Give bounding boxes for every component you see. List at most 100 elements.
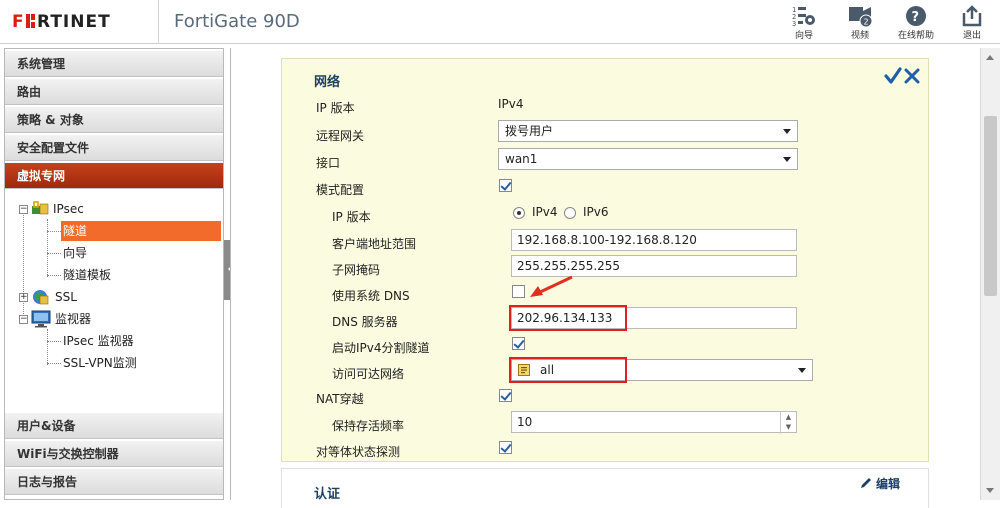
tree-sslvpn-monitor[interactable]: SSL-VPN监测	[63, 353, 137, 373]
network-section-title: 网络	[314, 75, 341, 90]
tree-ipsec[interactable]: IPsec	[53, 199, 84, 219]
svg-text:3: 3	[792, 20, 796, 27]
logout-button[interactable]: 退出	[947, 3, 997, 41]
tree-line	[47, 231, 61, 232]
menu-system-admin[interactable]: 系统管理	[5, 51, 223, 77]
use-system-dns-label: 使用系统 DNS	[332, 289, 410, 303]
wizard-label: 向导	[794, 31, 813, 41]
accessible-network-label: 访问可达网络	[332, 367, 405, 381]
client-range-label: 客户端地址范围	[332, 237, 417, 251]
ip-version-value: IPv4	[498, 97, 524, 111]
logout-label: 退出	[962, 31, 981, 41]
tree-line	[47, 329, 48, 365]
tree-line	[47, 219, 48, 277]
tree-ipsec-wizard[interactable]: 向导	[63, 243, 87, 263]
tree-ipsec-monitor[interactable]: IPsec 监视器	[63, 331, 134, 351]
tree-monitor[interactable]: 监视器	[55, 309, 91, 329]
tree-ssl[interactable]: SSL	[55, 287, 77, 307]
wizard-icon: 1 2 3	[792, 6, 815, 27]
ipv6-option-label: IPv6	[583, 205, 609, 219]
interface-value: wan1	[505, 152, 538, 166]
tree-ipsec-tunnel[interactable]: 隧道	[61, 221, 221, 241]
auth-panel: 认证 编辑	[281, 468, 929, 508]
tree-line	[47, 363, 61, 364]
dns-server-label: DNS 服务器	[332, 315, 398, 329]
remote-gateway-value: 拨号用户	[505, 124, 554, 138]
close-x-icon[interactable]	[904, 68, 920, 84]
auth-section-title: 认证	[314, 487, 341, 502]
scroll-down-icon[interactable]	[986, 488, 994, 497]
tree-line	[23, 205, 24, 322]
menu-routing[interactable]: 路由	[5, 79, 223, 105]
remote-gateway-label: 远程网关	[316, 129, 365, 143]
chevron-down-icon	[783, 157, 791, 166]
keepalive-value: 10	[517, 415, 533, 429]
network-panel: 网络 IP 版本 IPv4 远程网关 拨号用户 接口 wan1 模式配置 IP …	[281, 58, 929, 462]
svg-text:F: F	[12, 12, 25, 31]
use-system-dns-checkbox[interactable]	[512, 285, 525, 298]
menu-wifi-switch[interactable]: WiFi与交换控制器	[5, 441, 223, 467]
auth-edit-button[interactable]: 编辑	[860, 475, 900, 492]
tree-ipsec-template[interactable]: 隧道模板	[63, 265, 111, 285]
client-range-input[interactable]: 192.168.8.100-192.168.8.120	[511, 229, 797, 251]
monitor-collapse-toggle[interactable]: −	[19, 315, 28, 324]
monitor-icon	[31, 310, 51, 328]
device-title: FortiGate 90D	[174, 11, 300, 32]
keepalive-spinner[interactable]: ▲ ▼	[780, 412, 796, 434]
ipsec-collapse-toggle[interactable]: −	[19, 205, 28, 214]
ssl-expand-toggle[interactable]: +	[19, 293, 28, 302]
top-header: F RTINET FortiGate 90D 1 2 3 向导 2 视频 ? 在…	[0, 0, 1000, 44]
remote-gateway-select[interactable]: 拨号用户	[498, 120, 798, 142]
online-help-button[interactable]: ? 在线帮助	[891, 3, 941, 41]
nat-traversal-label: NAT穿越	[316, 392, 364, 406]
fortinet-logo: F RTINET	[12, 12, 110, 31]
sidebar: 系统管理 路由 策略 & 对象 安全配置文件 虚拟专网 − IPsec 隧道 向…	[4, 48, 224, 500]
svg-text:2: 2	[864, 18, 869, 27]
ipv4-option-label: IPv4	[532, 205, 558, 219]
ssl-icon	[33, 290, 49, 305]
split-tunnel-checkbox[interactable]	[512, 337, 525, 350]
ip-version-label: IP 版本	[316, 101, 355, 115]
network-highlight-box	[509, 357, 627, 383]
tree-line	[47, 275, 61, 276]
keepalive-label: 保持存活频率	[332, 419, 405, 433]
logout-icon	[962, 5, 982, 27]
tree-line	[47, 341, 61, 342]
chevron-down-icon	[798, 368, 806, 377]
wizard-button[interactable]: 1 2 3 向导	[779, 3, 829, 41]
help-icon: ?	[906, 6, 926, 26]
ipsec-icon	[32, 201, 49, 215]
keepalive-input[interactable]: 10 ▲ ▼	[511, 411, 797, 434]
menu-policy-objects[interactable]: 策略 & 对象	[5, 107, 223, 133]
ipv6-radio[interactable]	[564, 207, 576, 219]
nat-traversal-checkbox[interactable]	[499, 389, 512, 402]
split-tunnel-label: 启动IPv4分割隧道	[332, 341, 430, 355]
svg-text:?: ?	[912, 10, 920, 25]
spin-down-icon[interactable]: ▼	[781, 422, 796, 432]
mode-config-label: 模式配置	[316, 183, 365, 197]
tree-ipsec-tunnel-label: 隧道	[63, 224, 88, 238]
menu-log-report[interactable]: 日志与报告	[5, 469, 223, 495]
interface-label: 接口	[316, 156, 341, 170]
ipv4-radio[interactable]	[513, 207, 525, 219]
sub-ip-version-label: IP 版本	[332, 210, 371, 224]
auth-edit-label: 编辑	[875, 477, 900, 491]
interface-select[interactable]: wan1	[498, 148, 798, 170]
dpd-checkbox[interactable]	[499, 441, 512, 454]
header-divider	[158, 0, 159, 44]
scroll-up-icon[interactable]	[986, 51, 994, 60]
menu-vpn[interactable]: 虚拟专网	[5, 163, 223, 189]
dns-highlight-box	[509, 305, 627, 331]
chevron-down-icon	[783, 129, 791, 138]
spin-up-icon[interactable]: ▲	[781, 412, 796, 422]
menu-user-device[interactable]: 用户&设备	[5, 413, 223, 439]
scroll-thumb[interactable]	[984, 116, 997, 296]
video-icon: 2	[849, 7, 873, 27]
red-arrow-annotation-icon	[530, 275, 573, 297]
menu-security-profiles[interactable]: 安全配置文件	[5, 135, 223, 161]
confirm-check-icon[interactable]	[884, 67, 902, 84]
vertical-scrollbar[interactable]	[980, 48, 1000, 500]
mode-config-checkbox[interactable]	[499, 179, 512, 192]
dpd-label: 对等体状态探测	[316, 445, 401, 459]
video-button[interactable]: 2 视频	[835, 3, 885, 41]
